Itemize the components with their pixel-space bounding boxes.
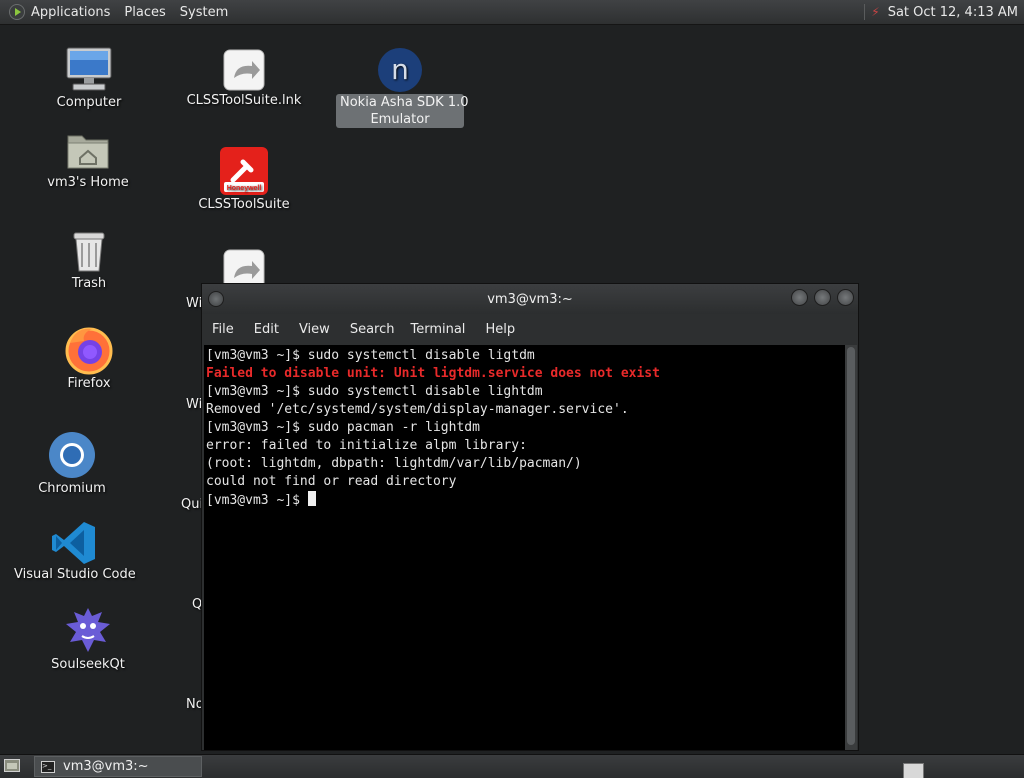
desktop-icon-label: Computer xyxy=(56,95,122,110)
terminal-line: [vm3@vm3 ~]$ sudo systemctl disable ligt… xyxy=(206,348,535,363)
desktop-icon-label: vm3's Home xyxy=(47,175,129,190)
honeywell-badge: Honeywell xyxy=(227,185,262,192)
window-title: vm3@vm3:~ xyxy=(487,291,573,307)
desktop-icon-label: CLSSToolSuite xyxy=(198,197,290,212)
desktop-icon-vscode[interactable]: Visual Studio Code xyxy=(14,520,136,583)
menu-terminal[interactable]: Terminal xyxy=(410,322,465,337)
honeywell-icon: Honeywell xyxy=(220,147,268,195)
terminal-line: [vm3@vm3 ~]$ sudo systemctl disable ligh… xyxy=(206,384,543,399)
nokia-label-line1: Nokia Asha SDK 1.0 xyxy=(340,95,469,110)
system-tray: ⚡ Sat Oct 12, 4:13 AM xyxy=(864,4,1024,20)
terminal-prompt: [vm3@vm3 ~]$ xyxy=(206,493,308,508)
workspace-switcher[interactable] xyxy=(903,763,924,778)
window-titlebar[interactable]: vm3@vm3:~ xyxy=(202,284,858,314)
desktop-icon-partial-shortcut[interactable] xyxy=(222,248,266,284)
window-controls xyxy=(791,289,854,306)
firefox-icon xyxy=(65,327,113,375)
system-menu[interactable]: System xyxy=(173,5,235,20)
terminal-line: could not find or read directory xyxy=(206,474,457,489)
vscode-icon xyxy=(52,522,95,564)
places-menu[interactable]: Places xyxy=(117,5,172,20)
terminal-output[interactable]: [vm3@vm3 ~]$ sudo systemctl disable ligt… xyxy=(204,345,846,750)
menu-file[interactable]: File xyxy=(212,322,234,337)
close-button[interactable] xyxy=(837,289,854,306)
menu-edit[interactable]: Edit xyxy=(254,322,279,337)
desktop-icon-chromium[interactable]: Chromium xyxy=(30,430,114,497)
desktop-icon-clsstoolsuite-lnk[interactable]: CLSSToolSuite.lnk xyxy=(184,48,304,109)
desktop-icon-trash[interactable]: Trash xyxy=(48,227,130,292)
terminal-line: error: failed to initialize alpm library… xyxy=(206,438,527,453)
desktop-icon-label: SoulseekQt xyxy=(51,657,125,672)
desktop-icon-home[interactable]: vm3's Home xyxy=(38,126,138,191)
partial-icon-label[interactable]: Wi xyxy=(186,397,202,412)
tray-separator xyxy=(864,4,866,20)
nokia-label-line2: Emulator xyxy=(370,112,430,127)
taskbar-item-label: vm3@vm3:~ xyxy=(63,759,149,774)
maximize-button[interactable] xyxy=(814,289,831,306)
trash-icon xyxy=(73,232,105,272)
computer-icon xyxy=(66,47,112,91)
distro-logo-icon[interactable] xyxy=(9,4,25,20)
desktop-icon-label: CLSSToolSuite.lnk xyxy=(186,93,302,108)
menu-help[interactable]: Help xyxy=(485,322,515,337)
desktop-icon-label: Trash xyxy=(71,276,107,291)
shortcut-icon xyxy=(223,249,265,284)
clock[interactable]: Sat Oct 12, 4:13 AM xyxy=(888,5,1018,20)
chromium-icon xyxy=(49,432,95,478)
desktop-icon-clsstoolsuite[interactable]: Honeywell CLSSToolSuite xyxy=(194,146,294,213)
top-panel: Applications Places System ⚡ Sat Oct 12,… xyxy=(0,0,1024,25)
desktop-icon-nokia-emulator[interactable]: n Nokia Asha SDK 1.0 Emulator xyxy=(336,46,469,128)
terminal-scrollbar[interactable] xyxy=(845,345,857,750)
desktop-icon-label: Chromium xyxy=(38,481,106,496)
terminal-error-line: Failed to disable unit: Unit ligtdm.serv… xyxy=(206,366,660,381)
scrollbar-thumb[interactable] xyxy=(847,347,855,745)
desktop-icon-label: Nokia Asha SDK 1.0 Emulator xyxy=(336,94,469,128)
shortcut-icon xyxy=(223,49,265,91)
partial-icon-label[interactable]: Wi xyxy=(186,296,202,311)
nokia-icon: n xyxy=(378,48,422,92)
terminal-prompt-line[interactable]: [vm3@vm3 ~]$ xyxy=(206,491,846,510)
show-desktop-icon[interactable] xyxy=(4,759,20,773)
desktop-icon-firefox[interactable]: Firefox xyxy=(48,325,130,392)
desktop-icon-computer[interactable]: Computer xyxy=(48,44,130,111)
taskbar-item-terminal[interactable]: >_ vm3@vm3:~ xyxy=(34,756,202,777)
terminal-window: vm3@vm3:~ File Edit View Search Terminal… xyxy=(201,283,859,751)
terminal-menubar: File Edit View Search Terminal Help xyxy=(202,314,858,344)
terminal-icon: >_ xyxy=(41,760,55,773)
menu-view[interactable]: View xyxy=(299,322,330,337)
network-status-icon[interactable]: ⚡ xyxy=(871,5,879,19)
bottom-panel: >_ vm3@vm3:~ xyxy=(0,754,1024,778)
home-folder-icon xyxy=(67,135,109,169)
desktop: Applications Places System ⚡ Sat Oct 12,… xyxy=(0,0,1024,778)
terminal-line: [vm3@vm3 ~]$ sudo pacman -r lightdm xyxy=(206,420,480,435)
soulseek-icon xyxy=(66,608,110,652)
menu-search[interactable]: Search xyxy=(350,322,395,337)
terminal-line: (root: lightdm, dbpath: lightdm/var/lib/… xyxy=(206,456,582,471)
minimize-button[interactable] xyxy=(791,289,808,306)
svg-text:n: n xyxy=(391,53,409,86)
terminal-line: Removed '/etc/systemd/system/display-man… xyxy=(206,402,629,417)
window-menu-icon[interactable] xyxy=(208,291,224,307)
partial-icon-label[interactable]: Qui xyxy=(181,497,203,512)
desktop-icon-soulseek[interactable]: SoulseekQt xyxy=(38,604,138,673)
desktop-icon-label: Visual Studio Code xyxy=(14,567,136,582)
text-cursor xyxy=(307,491,316,506)
desktop-icon-label: Firefox xyxy=(67,376,111,391)
applications-menu[interactable]: Applications xyxy=(31,5,117,20)
